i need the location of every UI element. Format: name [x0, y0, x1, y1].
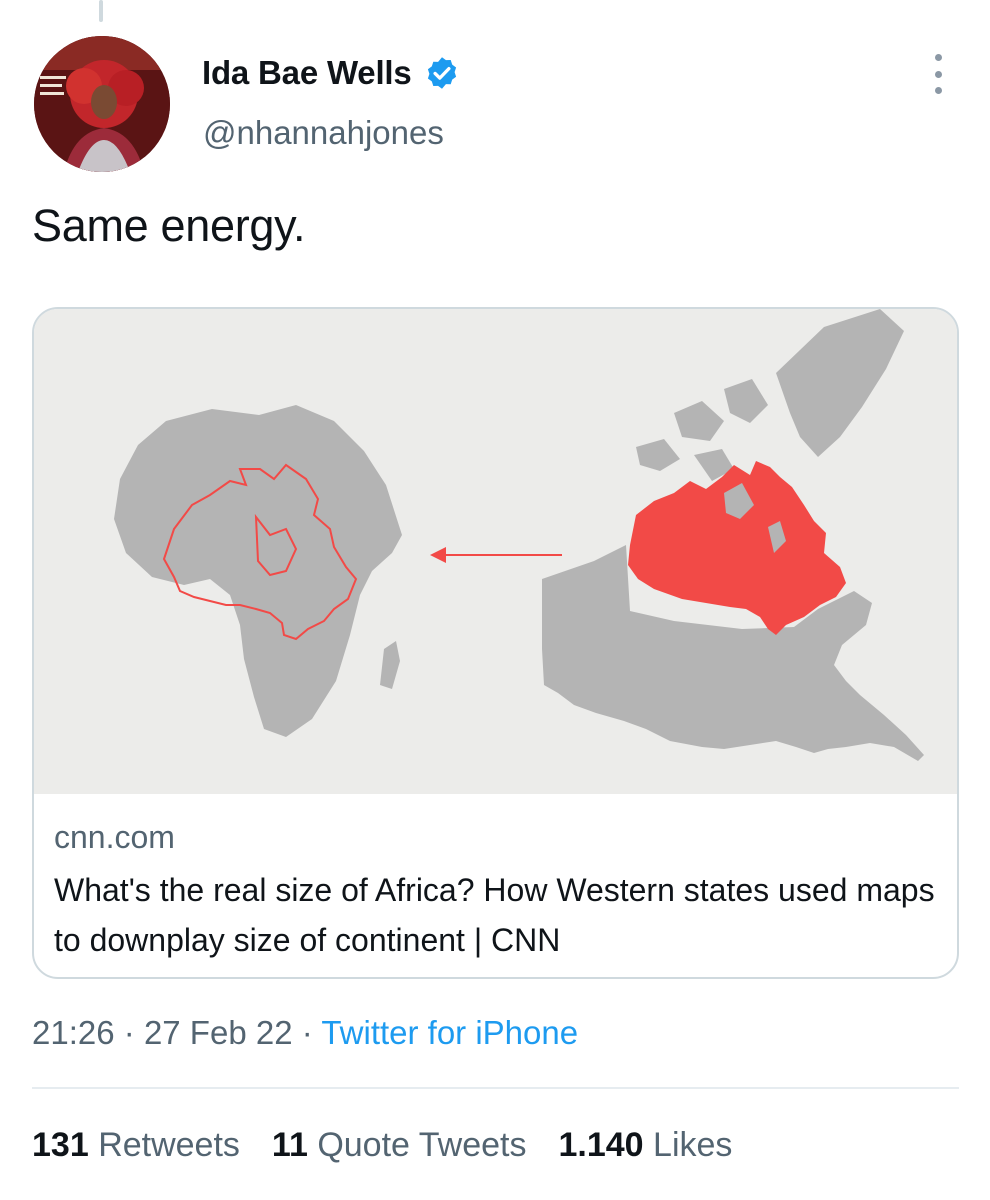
retweets-stat[interactable]: 131 Retweets — [32, 1126, 240, 1165]
meta-separator: · — [123, 1014, 135, 1051]
author-display-name[interactable]: Ida Bae Wells — [202, 54, 412, 92]
meta-separator: · — [301, 1014, 313, 1051]
likes-label: Likes — [653, 1126, 733, 1164]
link-preview-card[interactable]: cnn.com What's the real size of Africa? … — [32, 307, 959, 979]
likes-count: 1.140 — [558, 1126, 644, 1164]
divider — [32, 1087, 959, 1089]
card-map-image[interactable] — [34, 309, 957, 794]
tweet-source-link[interactable]: Twitter for iPhone — [321, 1014, 578, 1051]
card-domain: cnn.com — [54, 819, 175, 855]
tweet-date[interactable]: 27 Feb 22 — [144, 1014, 293, 1051]
thread-connector-line — [99, 0, 103, 22]
quote-tweets-count: 11 — [271, 1126, 308, 1164]
tweet-text: Same energy. — [32, 200, 306, 251]
verified-badge-icon — [424, 55, 460, 91]
quote-tweets-stat[interactable]: 11 Quote Tweets — [272, 1126, 527, 1165]
more-options-icon[interactable] — [926, 54, 950, 94]
tweet-time: 21:26 — [32, 1014, 115, 1051]
avatar[interactable] — [34, 36, 170, 172]
retweets-label: Retweets — [98, 1126, 240, 1164]
tweet-meta: 21:26 · 27 Feb 22 · Twitter for iPhone — [32, 1014, 578, 1052]
author-handle[interactable]: @nhannahjones — [203, 114, 444, 152]
retweets-count: 131 — [32, 1126, 89, 1164]
quote-tweets-label: Quote Tweets — [317, 1126, 527, 1164]
tweet-stats: 131 Retweets 11 Quote Tweets 1.140 Likes — [32, 1126, 764, 1165]
author-name-row[interactable]: Ida Bae Wells — [202, 54, 460, 92]
likes-stat[interactable]: 1.140 Likes — [559, 1126, 733, 1165]
card-title[interactable]: What's the real size of Africa? How West… — [54, 865, 944, 965]
